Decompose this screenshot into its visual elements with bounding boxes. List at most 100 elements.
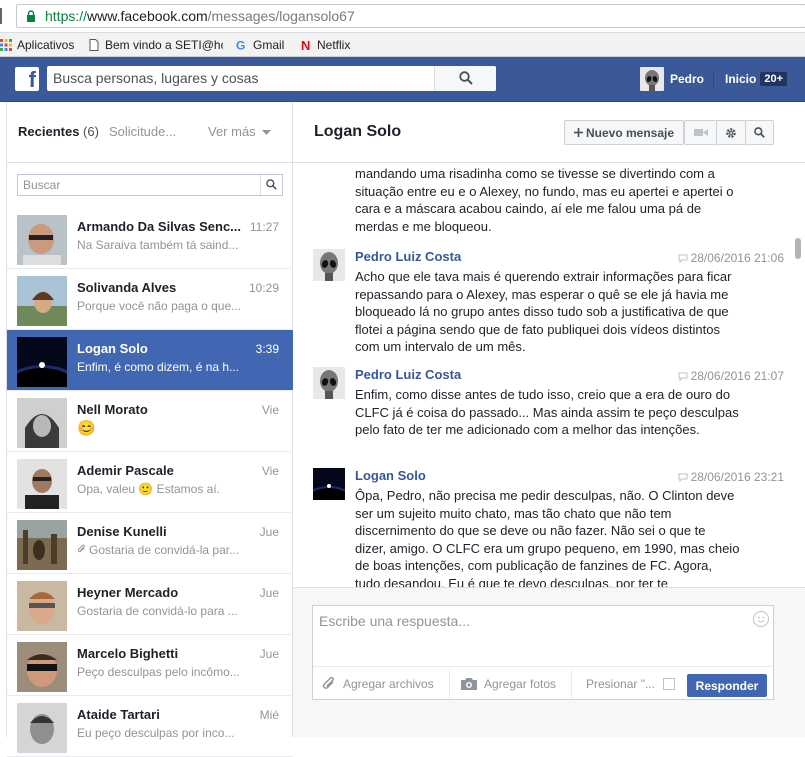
tab-requests[interactable]: Solicitude... xyxy=(109,124,176,139)
message-text: Enfim, como disse antes de tudo isso, cr… xyxy=(355,387,739,437)
alien-avatar-icon xyxy=(313,249,345,281)
new-message-button[interactable]: Nuevo mensaje xyxy=(564,120,684,145)
thread-snippet: Porque você não paga o que... xyxy=(77,299,242,313)
add-photos-label: Agregar fotos xyxy=(484,677,557,691)
divider xyxy=(713,73,714,87)
add-files-button[interactable]: Agregar archivos xyxy=(321,667,434,701)
facebook-top-bar: f Busca personas, lugares y cosas Pedro … xyxy=(0,57,805,102)
thread-time: Jue xyxy=(259,586,279,600)
thread-item[interactable]: Denise Kunelli Jue Gostaria de convidá-l… xyxy=(7,513,293,574)
message-list: mandando uma risadinha como se tivesse s… xyxy=(293,163,805,587)
thread-search-button[interactable] xyxy=(260,175,282,195)
video-call-button[interactable] xyxy=(684,120,717,145)
composer: Agregar archivos Agregar fotos Presionar… xyxy=(312,605,774,700)
message-sender[interactable]: Pedro Luiz Costa xyxy=(355,249,461,264)
url-text: https://www.facebook.com/messages/logans… xyxy=(45,8,355,24)
netflix-icon: N xyxy=(301,39,310,51)
thread-name: Solivanda Alves xyxy=(77,280,177,295)
thread-item[interactable]: Ademir Pascale Vie Opa, valeu 🙂 Estamos … xyxy=(7,452,293,513)
camera-icon xyxy=(461,678,477,690)
message-text: Ôpa, Pedro, não precisa me pedir desculp… xyxy=(355,488,740,587)
search-icon xyxy=(266,179,277,190)
thread-snippet: Opa, valeu 🙂 Estamos aí. xyxy=(77,482,221,496)
message-sender[interactable]: Logan Solo xyxy=(355,468,426,483)
avatar xyxy=(640,67,664,91)
add-photos-button[interactable]: Agregar fotos xyxy=(460,667,556,701)
facebook-logo-icon[interactable]: f xyxy=(15,67,39,92)
tab-more[interactable]: Ver más xyxy=(208,124,272,139)
chat-bubble-icon xyxy=(678,473,688,482)
reload-icon[interactable] xyxy=(0,8,6,24)
url-host: www.facebook.com xyxy=(87,8,208,24)
global-search-button[interactable] xyxy=(434,66,496,91)
thread-item[interactable]: Nell Morato Vie 😊 xyxy=(7,391,293,452)
composer-toolbar: Agregar archivos Agregar fotos Presionar… xyxy=(313,666,773,700)
alien-avatar-icon xyxy=(313,367,345,399)
timestamp-text: 28/06/2016 23:21 xyxy=(690,470,784,484)
thread-name: Marcelo Bighetti xyxy=(77,646,179,661)
bookmark-seti[interactable]: Bem vindo a SETI@hc xyxy=(88,36,223,54)
apps-grid-icon xyxy=(0,39,12,51)
thread-snippet: Gostaria de convidá-lo para ... xyxy=(77,604,238,618)
reply-button[interactable]: Responder xyxy=(687,674,767,697)
message-scrollbar[interactable] xyxy=(795,238,801,259)
settings-button[interactable] xyxy=(716,120,746,145)
avatar xyxy=(17,337,67,387)
search-icon xyxy=(754,127,765,138)
emoji-icon[interactable] xyxy=(753,611,769,627)
bookmark-label: Gmail xyxy=(253,38,285,52)
thread-tabs: Recientes (6) Solicitude... Ver más xyxy=(7,102,293,163)
thread-snippet: Eu peço desculpas por inco... xyxy=(77,726,235,740)
conversation-title[interactable]: Logan Solo xyxy=(314,123,401,141)
bookmark-gmail[interactable]: G Gmail xyxy=(236,36,284,54)
reply-input[interactable] xyxy=(313,606,773,666)
conversation-search-button[interactable] xyxy=(745,120,774,145)
thread-search-input[interactable]: Buscar xyxy=(23,178,60,192)
avatar xyxy=(313,249,345,281)
thread-item[interactable]: Armando Da Silvas Senc... 11:27 Na Sarai… xyxy=(7,208,293,269)
thread-snippet: 😊 xyxy=(77,420,96,437)
profile-name: Pedro xyxy=(670,72,705,86)
tab-recent[interactable]: Recientes (6) xyxy=(18,124,99,139)
notification-badge: 20+ xyxy=(760,72,788,86)
url-field[interactable]: https://www.facebook.com/messages/logans… xyxy=(16,4,805,28)
avatar xyxy=(313,367,345,399)
svg-text:G: G xyxy=(236,39,245,51)
thread-name: Logan Solo xyxy=(77,341,148,356)
bookmark-netflix[interactable]: N Netflix xyxy=(300,36,350,54)
home-link[interactable]: Inicio 20+ xyxy=(725,72,788,86)
global-search-box[interactable]: Busca personas, lugares y cosas xyxy=(47,66,496,91)
thread-snippet: Gostaria de convidá-la par... xyxy=(89,543,240,557)
press-enter-checkbox[interactable] xyxy=(663,678,675,690)
thread-item[interactable]: Heyner Mercado Jue Gostaria de convidá-l… xyxy=(7,574,293,635)
divider xyxy=(449,669,450,699)
caret-down-icon xyxy=(262,129,272,135)
url-path: /messages/logansolo67 xyxy=(207,8,355,24)
url-scheme: https:// xyxy=(45,8,88,24)
thread-name: Denise Kunelli xyxy=(77,524,167,539)
press-enter-label: Presionar "... xyxy=(586,677,655,691)
thread-name: Ataide Tartari xyxy=(77,707,160,722)
home-label: Inicio xyxy=(725,72,757,86)
thread-name: Ademir Pascale xyxy=(77,463,174,478)
message-sender[interactable]: Pedro Luiz Costa xyxy=(355,367,461,382)
svg-text:N: N xyxy=(301,39,310,51)
avatar xyxy=(17,581,67,631)
thread-name: Heyner Mercado xyxy=(77,585,179,600)
thread-item-selected[interactable]: Logan Solo 3:39 Enfim, é como dizem, é n… xyxy=(7,330,293,391)
profile-link[interactable]: Pedro xyxy=(640,67,704,91)
add-files-label: Agregar archivos xyxy=(343,677,434,691)
tab-more-label: Ver más xyxy=(208,124,256,139)
avatar xyxy=(17,215,67,265)
global-search-input[interactable]: Busca personas, lugares y cosas xyxy=(53,70,258,86)
bookmark-apps[interactable]: Aplicativos xyxy=(0,36,74,54)
thread-search-box[interactable]: Buscar xyxy=(17,174,283,196)
bookmark-label: Aplicativos xyxy=(17,38,75,52)
message-timestamp: 28/06/2016 21:07 xyxy=(678,369,784,383)
thread-time: Mié xyxy=(259,708,279,722)
thread-item[interactable]: Ataide Tartari Mié Eu peço desculpas por… xyxy=(7,696,293,757)
thread-item[interactable]: Solivanda Alves 10:29 Porque você não pa… xyxy=(7,269,293,330)
divider xyxy=(571,669,572,699)
thread-time: 11:27 xyxy=(249,220,279,234)
thread-item[interactable]: Marcelo Bighetti Jue Peço desculpas pelo… xyxy=(7,635,293,696)
